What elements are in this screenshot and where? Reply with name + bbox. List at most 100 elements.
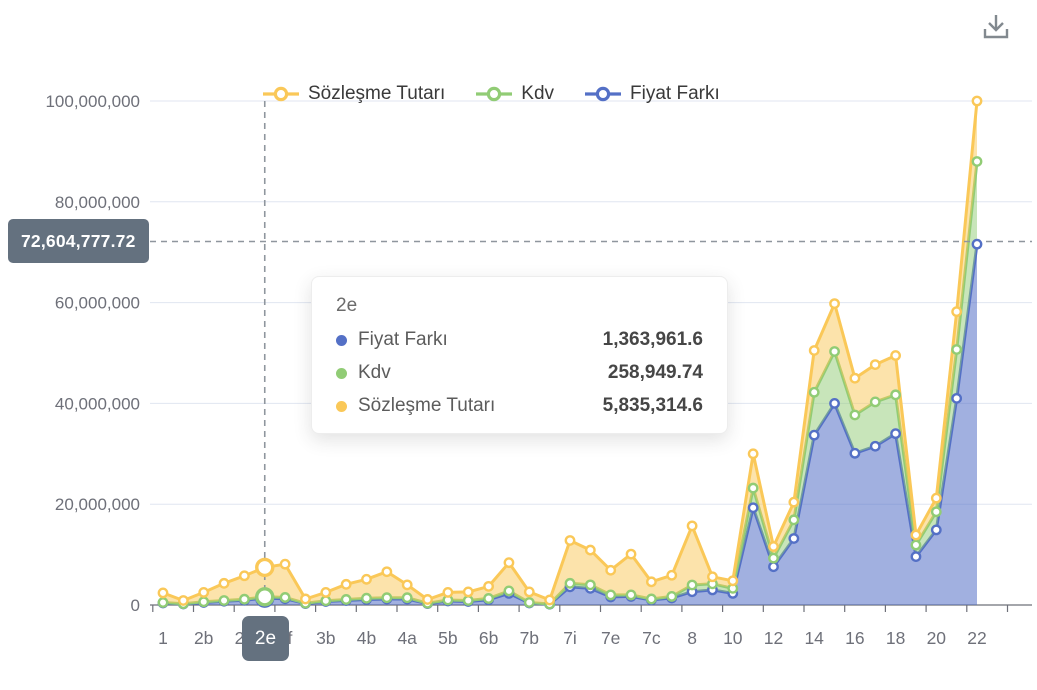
data-point xyxy=(952,394,960,402)
data-point xyxy=(220,596,228,604)
data-point xyxy=(383,568,391,576)
data-point xyxy=(871,442,879,450)
data-point xyxy=(566,536,574,544)
x-axis-tick-label: 4b xyxy=(357,628,376,648)
data-point xyxy=(891,391,899,399)
x-axis-tick-label: 20 xyxy=(927,628,947,648)
data-point xyxy=(749,504,757,512)
data-point xyxy=(159,598,167,606)
data-point xyxy=(912,552,920,560)
data-point xyxy=(200,588,208,596)
data-point xyxy=(484,582,492,590)
x-axis-tick-label: 8 xyxy=(687,628,697,648)
y-axis-tick-label: 100,000,000 xyxy=(45,92,140,111)
data-point xyxy=(281,560,289,568)
data-point xyxy=(973,97,981,105)
data-point xyxy=(301,595,309,603)
data-point xyxy=(362,575,370,583)
data-point xyxy=(790,534,798,542)
data-point xyxy=(851,411,859,419)
x-axis-tick-label: 4a xyxy=(397,628,417,648)
x-axis-tick-label: 10 xyxy=(723,628,743,648)
data-point xyxy=(403,593,411,601)
x-axis-tick-label: 14 xyxy=(804,628,824,648)
data-point xyxy=(607,591,615,599)
line-series-icon xyxy=(262,86,300,102)
data-point xyxy=(749,484,757,492)
data-point xyxy=(179,596,187,604)
data-point xyxy=(159,589,167,597)
x-axis-tick-label: 2b xyxy=(194,628,213,648)
download-icon[interactable] xyxy=(978,10,1014,46)
x-axis-tick-label: 12 xyxy=(764,628,783,648)
legend-label: Sözleşme Tutarı xyxy=(308,83,445,105)
data-point xyxy=(932,508,940,516)
x-axis-tick-label: 6b xyxy=(479,628,498,648)
x-axis-tick-label: 3b xyxy=(316,628,335,648)
data-point xyxy=(566,579,574,587)
data-point xyxy=(810,431,818,439)
legend-label: Fiyat Farkı xyxy=(630,83,720,105)
data-point xyxy=(830,347,838,355)
tooltip-row-kdv: Kdv 258,949.74 xyxy=(336,362,703,384)
data-point xyxy=(769,542,777,550)
x-axis-tick-label: 16 xyxy=(845,628,864,648)
y-axis-tick-label: 80,000,000 xyxy=(55,193,140,212)
tooltip-row-fiyat-farki: Fiyat Farkı 1,363,961.6 xyxy=(336,329,703,351)
data-point xyxy=(708,573,716,581)
data-point xyxy=(586,581,594,589)
data-point xyxy=(749,450,757,458)
data-point xyxy=(607,566,615,574)
data-point xyxy=(647,578,655,586)
y-axis-pointer-badge: 72,604,777.72 xyxy=(8,219,149,263)
data-point xyxy=(952,307,960,315)
data-point xyxy=(668,592,676,600)
x-axis-tick-label: 7e xyxy=(601,628,620,648)
y-axis-tick-label: 0 xyxy=(131,596,140,615)
data-point xyxy=(932,494,940,502)
x-axis-tick-label: 7i xyxy=(563,628,577,648)
tooltip-title: 2e xyxy=(336,295,703,317)
data-point xyxy=(912,531,920,539)
data-point xyxy=(810,346,818,354)
data-point xyxy=(769,554,777,562)
tooltip-row-label: Fiyat Farkı xyxy=(358,329,448,351)
data-point xyxy=(464,588,472,596)
data-point xyxy=(790,498,798,506)
line-series-icon xyxy=(475,86,513,102)
data-point xyxy=(627,550,635,558)
data-point xyxy=(545,596,553,604)
data-point xyxy=(932,526,940,534)
y-axis-tick-label: 40,000,000 xyxy=(55,394,140,413)
x-axis-pointer-badge: 2e xyxy=(242,616,289,661)
data-point xyxy=(851,374,859,382)
data-point xyxy=(668,571,676,579)
y-axis-tick-label: 20,000,000 xyxy=(55,495,140,514)
data-point xyxy=(871,360,879,368)
data-point xyxy=(505,558,513,566)
tooltip-row-label: Kdv xyxy=(358,362,391,384)
data-point xyxy=(810,388,818,396)
tooltip-row-value: 1,363,961.6 xyxy=(603,329,703,351)
series-color-dot xyxy=(336,335,347,346)
data-point xyxy=(342,595,350,603)
data-point xyxy=(769,562,777,570)
data-point xyxy=(973,240,981,248)
y-axis-tick-label: 60,000,000 xyxy=(55,294,140,313)
data-point xyxy=(240,572,248,580)
tooltip-row-sozlesme-tutari: Sözleşme Tutarı 5,835,314.6 xyxy=(336,395,703,417)
data-point xyxy=(912,541,920,549)
tooltip-row-value: 5,835,314.6 xyxy=(603,395,703,417)
legend-item-kdv[interactable]: Kdv xyxy=(475,83,554,105)
x-axis-tick-label: 18 xyxy=(886,628,905,648)
data-point xyxy=(342,580,350,588)
legend-item-sozlesme-tutari[interactable]: Sözleşme Tutarı xyxy=(262,83,445,105)
x-axis-tick-label: 1 xyxy=(158,628,168,648)
tooltip-row-label: Sözleşme Tutarı xyxy=(358,395,495,417)
data-point xyxy=(200,598,208,606)
data-point xyxy=(281,593,289,601)
legend-item-fiyat-farki[interactable]: Fiyat Farkı xyxy=(584,83,720,105)
data-point xyxy=(952,345,960,353)
data-point xyxy=(830,399,838,407)
data-point xyxy=(423,595,431,603)
